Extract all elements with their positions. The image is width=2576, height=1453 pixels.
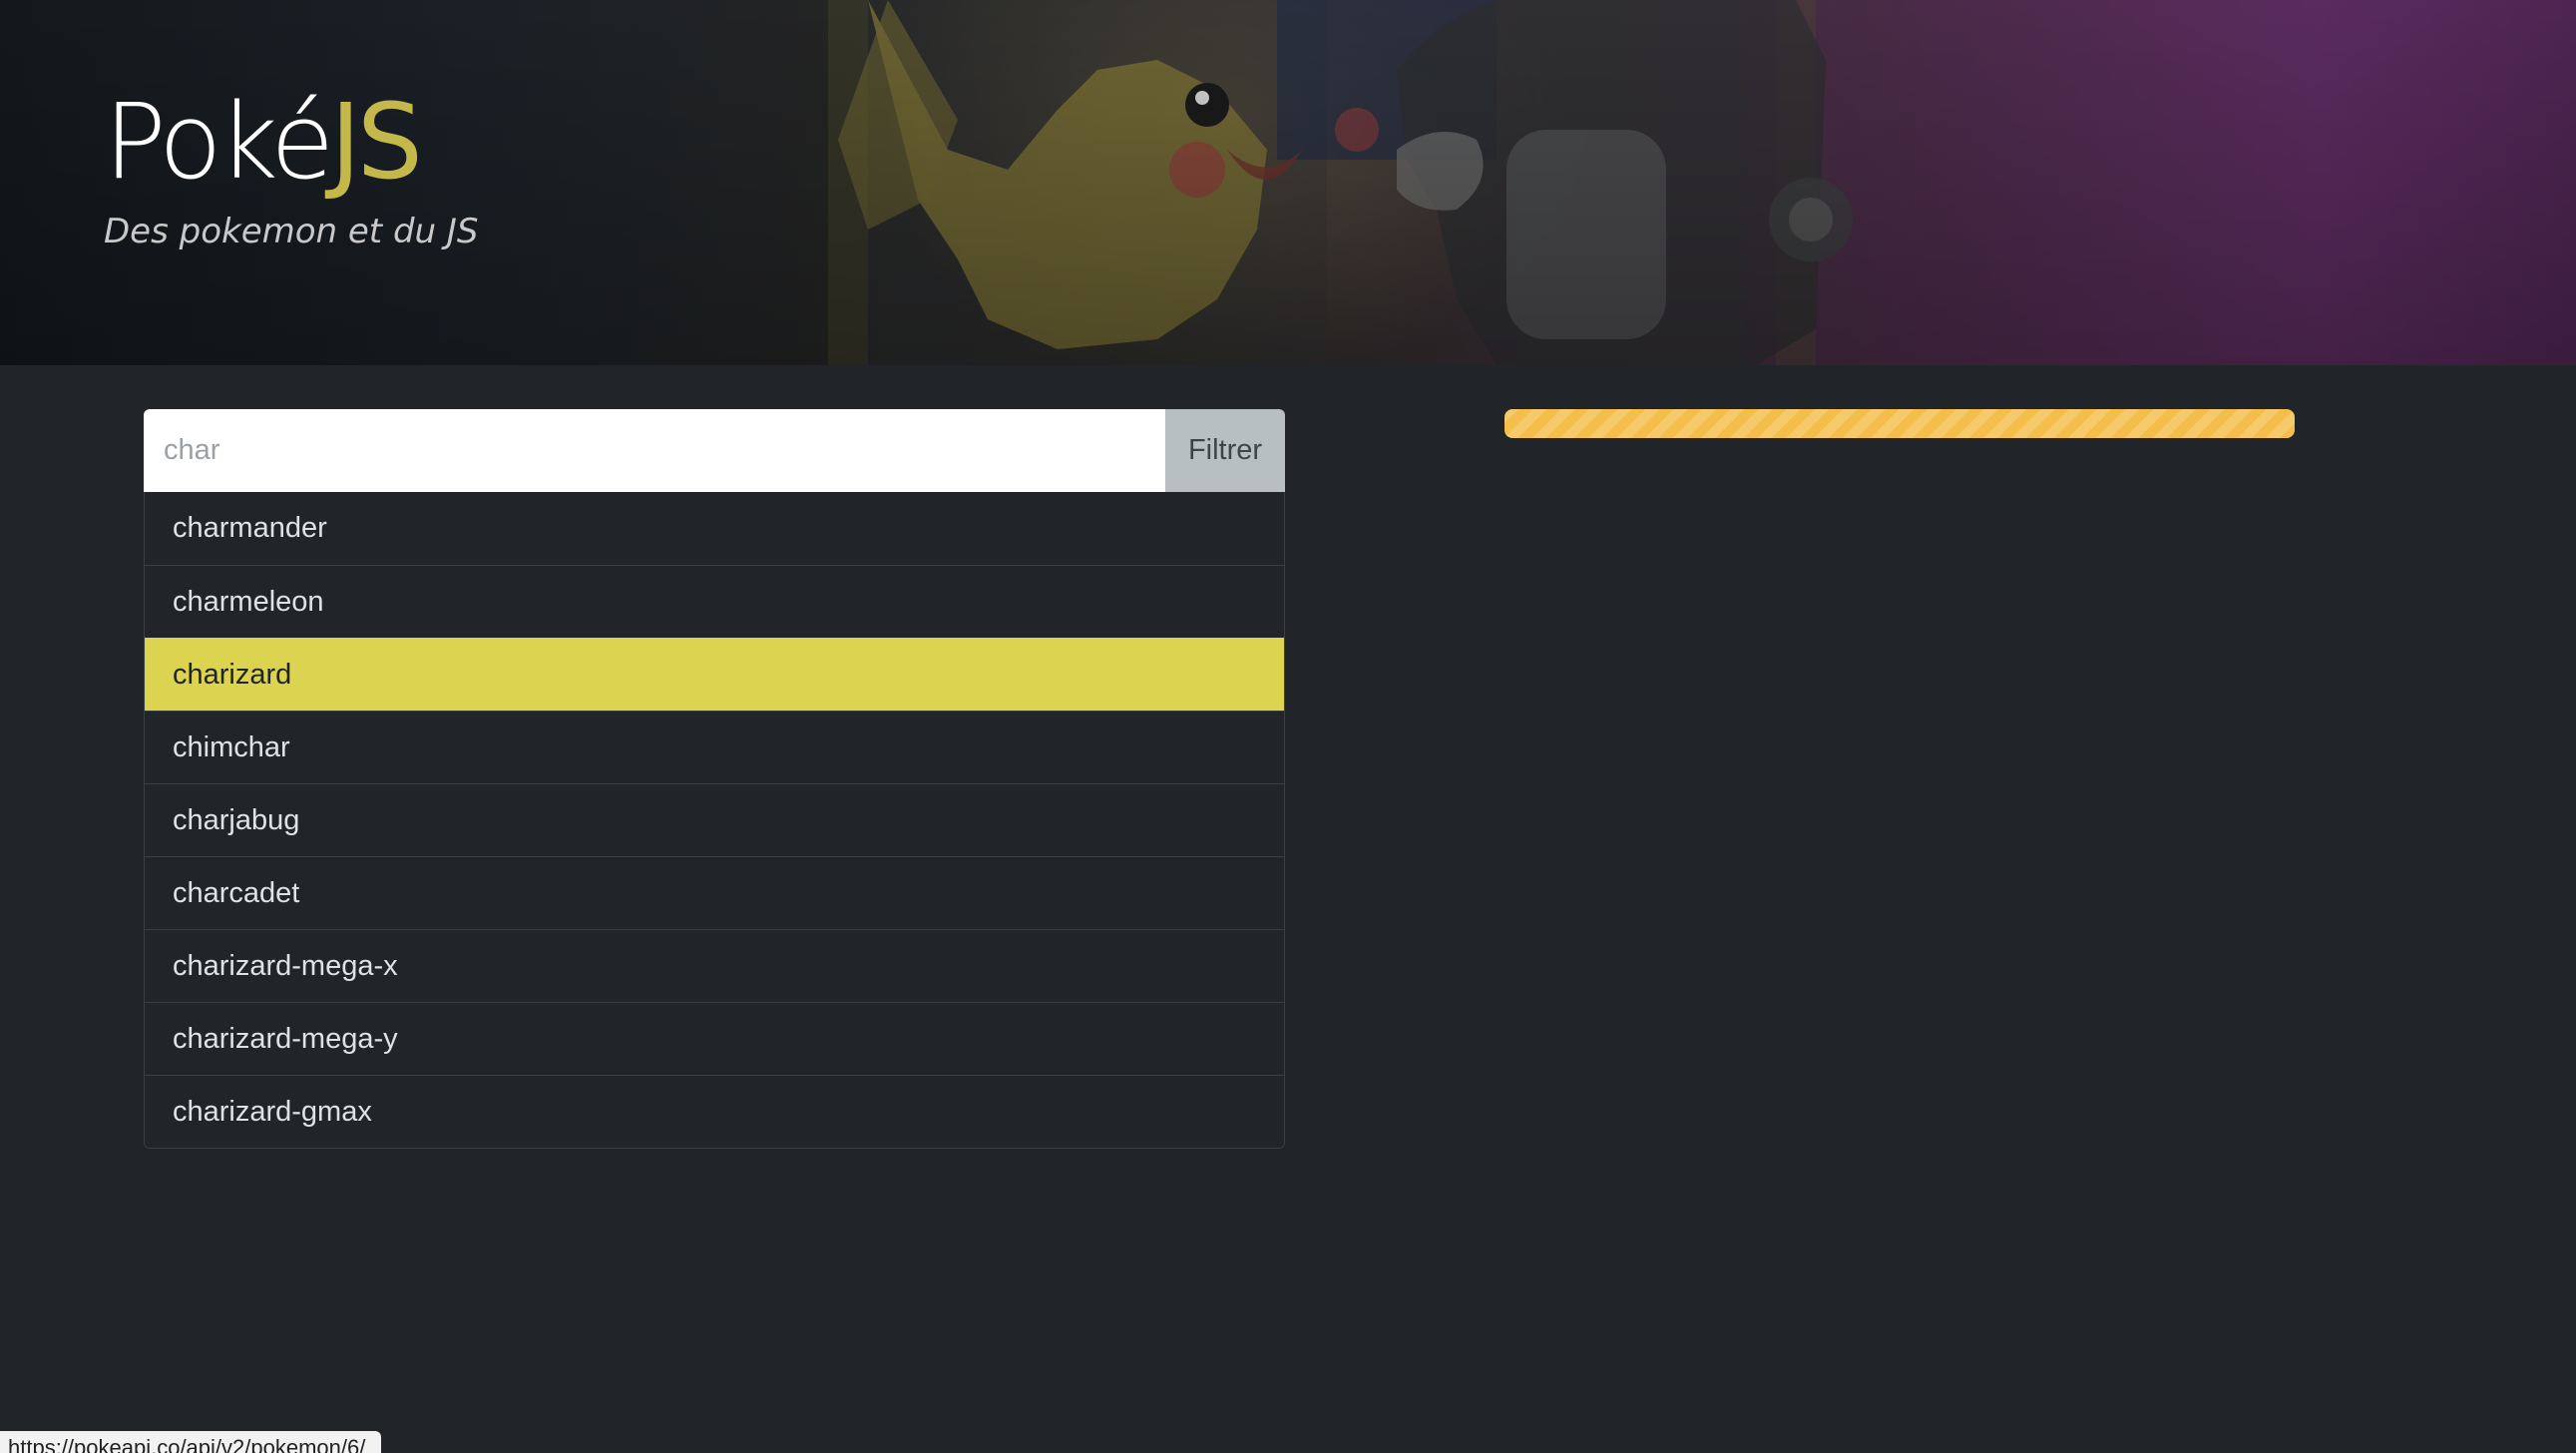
pokemon-list-item[interactable]: charizard xyxy=(145,638,1284,711)
app-logo-title: PokéJS xyxy=(104,90,479,194)
pokemon-list-item[interactable]: charmeleon xyxy=(145,565,1284,638)
hero-header: PokéJS Des pokemon et du JS xyxy=(0,0,2576,365)
pokemon-list-item[interactable]: charizard-gmax xyxy=(145,1075,1284,1148)
brand: PokéJS Des pokemon et du JS xyxy=(104,90,479,251)
search-input[interactable] xyxy=(144,409,1165,492)
progress-bar-fill xyxy=(1504,409,2295,438)
search-panel: Filtrer charmandercharmeleoncharizardchi… xyxy=(144,409,1285,1149)
pokemon-list-item[interactable]: charizard-mega-y xyxy=(145,1002,1284,1075)
filter-button[interactable]: Filtrer xyxy=(1165,409,1285,492)
loading-progress-bar xyxy=(1504,409,2295,438)
pokemon-list-item[interactable]: charjabug xyxy=(145,783,1284,856)
pikachu-hero-illustration xyxy=(828,0,1853,365)
pokemon-list-item[interactable]: charmander xyxy=(145,492,1284,565)
pokemon-list-item[interactable]: chimchar xyxy=(145,711,1284,783)
app-subtitle: Des pokemon et du JS xyxy=(104,212,479,251)
search-bar: Filtrer xyxy=(144,409,1285,492)
brand-title-accent: JS xyxy=(330,81,423,203)
pokemon-result-list: charmander charmeleon charizard chimchar cha… xyxy=(144,492,1285,1149)
pokemon-list-item[interactable]: charizard-mega-x xyxy=(145,929,1284,1002)
status-bar-url: https://pokeapi.co/api/v2/pokemon/6/ xyxy=(0,1431,382,1453)
brand-title-main: Poké xyxy=(104,81,334,203)
pokemon-list-item[interactable]: charcadet xyxy=(145,856,1284,929)
